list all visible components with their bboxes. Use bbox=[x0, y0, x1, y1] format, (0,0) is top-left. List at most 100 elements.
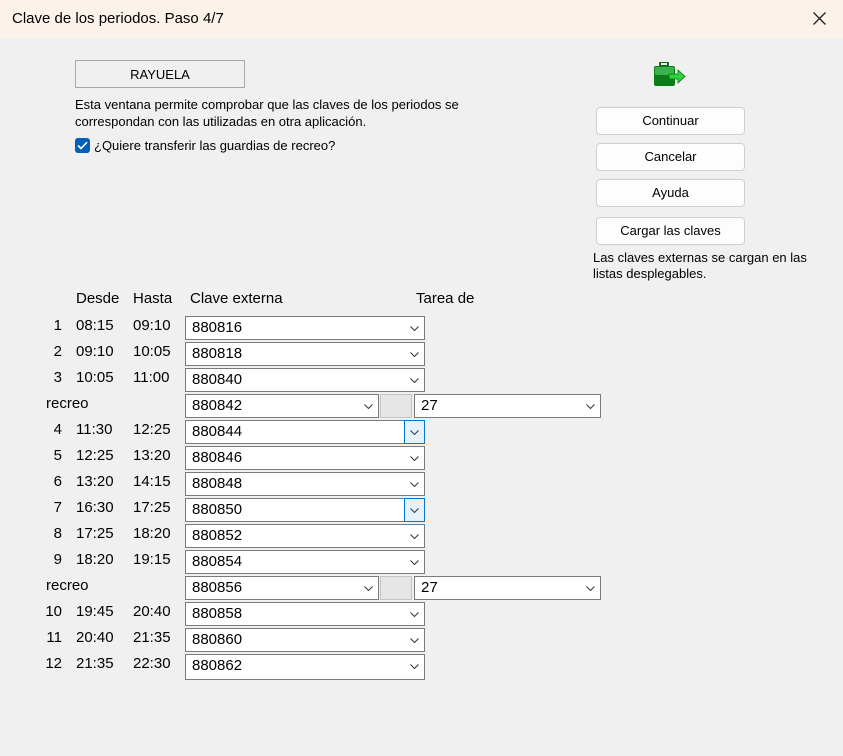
close-button[interactable] bbox=[797, 0, 843, 38]
period-number: 7 bbox=[53, 499, 62, 516]
period-desde: 16:30 bbox=[76, 499, 114, 516]
period-desde: 08:15 bbox=[76, 317, 114, 334]
period-desde: 17:25 bbox=[76, 525, 114, 542]
recreo-clave-select[interactable]: 880842 bbox=[185, 394, 379, 418]
clave-select[interactable]: 880816 bbox=[185, 316, 425, 340]
recreo-spacer-box bbox=[380, 576, 412, 600]
clave-select[interactable]: 880848 bbox=[185, 472, 425, 496]
clave-select-value: 880860 bbox=[192, 631, 243, 648]
period-hasta: 21:35 bbox=[133, 629, 171, 646]
period-hasta: 22:30 bbox=[133, 655, 171, 672]
period-hasta: 09:10 bbox=[133, 317, 171, 334]
period-number: 6 bbox=[53, 473, 62, 490]
chevron-down-icon[interactable] bbox=[405, 551, 424, 573]
chevron-down-icon[interactable] bbox=[581, 577, 600, 599]
recreo-label: recreo bbox=[46, 577, 89, 594]
tarea-select[interactable]: 27 bbox=[414, 576, 601, 600]
chevron-down-icon[interactable] bbox=[405, 629, 424, 651]
header-clave-externa: Clave externa bbox=[190, 290, 283, 307]
clave-select[interactable]: 880844 bbox=[185, 420, 425, 444]
recreo-clave-select[interactable]: 880856 bbox=[185, 576, 379, 600]
clave-select-value: 880854 bbox=[192, 553, 243, 570]
clave-select[interactable]: 880818 bbox=[185, 342, 425, 366]
recreo-label: recreo bbox=[46, 395, 89, 412]
period-number: 8 bbox=[53, 525, 62, 542]
chevron-down-icon[interactable] bbox=[404, 420, 425, 444]
chevron-down-icon[interactable] bbox=[405, 525, 424, 547]
continuar-button[interactable]: Continuar bbox=[596, 107, 745, 135]
clave-select[interactable]: 880852 bbox=[185, 524, 425, 548]
clave-select-value: 880818 bbox=[192, 345, 243, 362]
clave-select[interactable]: 880860 bbox=[185, 628, 425, 652]
clave-select-value: 880856 bbox=[192, 579, 243, 596]
tarea-select[interactable]: 27 bbox=[414, 394, 601, 418]
period-desde: 12:25 bbox=[76, 447, 114, 464]
period-number: 4 bbox=[53, 421, 62, 438]
period-hasta: 10:05 bbox=[133, 343, 171, 360]
period-hasta: 12:25 bbox=[133, 421, 171, 438]
chevron-down-icon[interactable] bbox=[405, 473, 424, 495]
period-hasta: 13:20 bbox=[133, 447, 171, 464]
title-bar: Clave de los periodos. Paso 4/7 bbox=[0, 0, 843, 38]
close-icon bbox=[813, 12, 826, 25]
period-number: 3 bbox=[53, 369, 62, 386]
header-tarea-de: Tarea de bbox=[416, 290, 475, 307]
clave-select-value: 880840 bbox=[192, 371, 243, 388]
header-desde: Desde bbox=[76, 290, 120, 307]
clave-select[interactable]: 880840 bbox=[185, 368, 425, 392]
clave-select-value: 880850 bbox=[192, 501, 243, 518]
intro-text: Esta ventana permite comprobar que las c… bbox=[75, 97, 459, 129]
period-desde: 11:30 bbox=[76, 421, 113, 438]
period-number: 1 bbox=[53, 317, 62, 334]
chevron-down-icon[interactable] bbox=[405, 655, 424, 677]
checkmark-icon bbox=[77, 141, 88, 150]
ayuda-button[interactable]: Ayuda bbox=[596, 179, 745, 207]
period-number: 9 bbox=[53, 551, 62, 568]
chevron-down-icon[interactable] bbox=[405, 447, 424, 469]
clave-select[interactable]: 880850 bbox=[185, 498, 425, 522]
cargar-claves-button[interactable]: Cargar las claves bbox=[596, 217, 745, 245]
period-hasta: 18:20 bbox=[133, 525, 171, 542]
period-desde: 10:05 bbox=[76, 369, 114, 386]
chevron-down-icon[interactable] bbox=[405, 603, 424, 625]
window-title: Clave de los periodos. Paso 4/7 bbox=[12, 10, 224, 27]
clave-select[interactable]: 880846 bbox=[185, 446, 425, 470]
chevron-down-icon[interactable] bbox=[405, 369, 424, 391]
chevron-down-icon[interactable] bbox=[359, 395, 378, 417]
clave-select-value: 880846 bbox=[192, 449, 243, 466]
period-hasta: 11:00 bbox=[133, 369, 170, 386]
clave-select-value: 880858 bbox=[192, 605, 243, 622]
period-hasta: 19:15 bbox=[133, 551, 171, 568]
period-desde: 18:20 bbox=[76, 551, 114, 568]
guardias-checkbox-label: ¿Quiere transferir las guardias de recre… bbox=[94, 138, 336, 153]
period-hasta: 17:25 bbox=[133, 499, 171, 516]
period-number: 5 bbox=[53, 447, 62, 464]
program-name-box: RAYUELA bbox=[75, 60, 245, 88]
chevron-down-icon[interactable] bbox=[405, 317, 424, 339]
clave-select-value: 880862 bbox=[192, 657, 243, 674]
clave-select-value: 880848 bbox=[192, 475, 243, 492]
period-desde: 20:40 bbox=[76, 629, 114, 646]
guardias-checkbox[interactable] bbox=[75, 138, 90, 153]
clave-select[interactable]: 880858 bbox=[185, 602, 425, 626]
period-number: 12 bbox=[45, 655, 62, 672]
load-note: Las claves externas se cargan en las lis… bbox=[593, 250, 807, 281]
chevron-down-icon[interactable] bbox=[405, 343, 424, 365]
clave-select-value: 880852 bbox=[192, 527, 243, 544]
tarea-select-value: 27 bbox=[421, 397, 438, 414]
clave-select[interactable]: 880862 bbox=[185, 654, 425, 680]
tarea-select-value: 27 bbox=[421, 579, 438, 596]
period-desde: 19:45 bbox=[76, 603, 114, 620]
period-number: 2 bbox=[53, 343, 62, 360]
transfer-briefcase-icon bbox=[654, 62, 686, 86]
chevron-down-icon[interactable] bbox=[359, 577, 378, 599]
clave-select-value: 880844 bbox=[192, 423, 243, 440]
cancelar-button[interactable]: Cancelar bbox=[596, 143, 745, 171]
period-number: 10 bbox=[45, 603, 62, 620]
chevron-down-icon[interactable] bbox=[581, 395, 600, 417]
period-number: 11 bbox=[46, 629, 62, 646]
chevron-down-icon[interactable] bbox=[404, 498, 425, 522]
clave-select[interactable]: 880854 bbox=[185, 550, 425, 574]
period-desde: 13:20 bbox=[76, 473, 114, 490]
period-desde: 21:35 bbox=[76, 655, 114, 672]
